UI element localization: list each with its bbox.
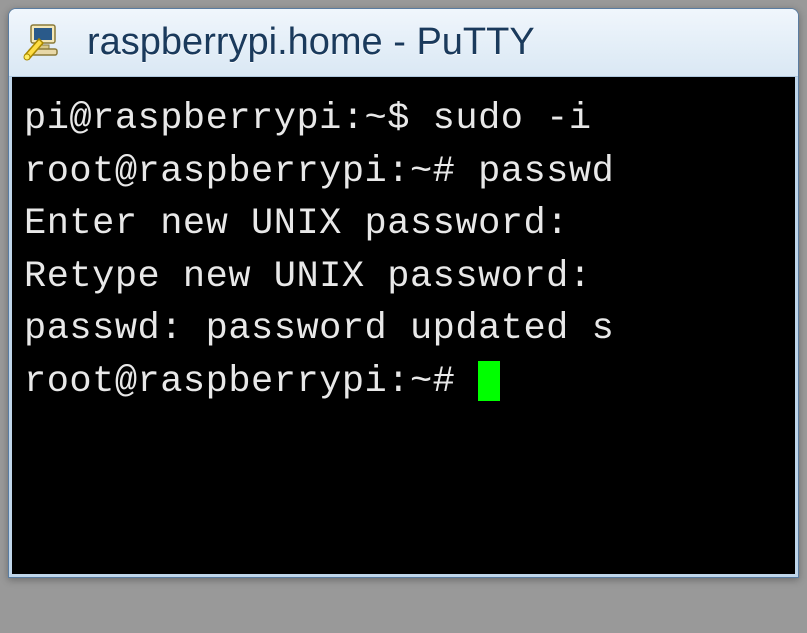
terminal-line: root@raspberrypi:~# xyxy=(24,361,478,403)
window-title: raspberrypi.home - PuTTY xyxy=(87,21,535,64)
putty-icon xyxy=(23,21,67,65)
terminal-line: root@raspberrypi:~# passwd xyxy=(24,151,614,193)
terminal-cursor xyxy=(478,361,500,401)
terminal-line: Enter new UNIX password: xyxy=(24,203,569,245)
terminal-line: pi@raspberrypi:~$ sudo -i xyxy=(24,98,592,140)
terminal-line: Retype new UNIX password: xyxy=(24,256,592,298)
window-titlebar[interactable]: raspberrypi.home - PuTTY xyxy=(9,9,798,77)
terminal-area[interactable]: pi@raspberrypi:~$ sudo -i root@raspberry… xyxy=(9,77,798,577)
putty-window: raspberrypi.home - PuTTY pi@raspberrypi:… xyxy=(8,8,799,578)
terminal-line: passwd: password updated s xyxy=(24,308,614,350)
